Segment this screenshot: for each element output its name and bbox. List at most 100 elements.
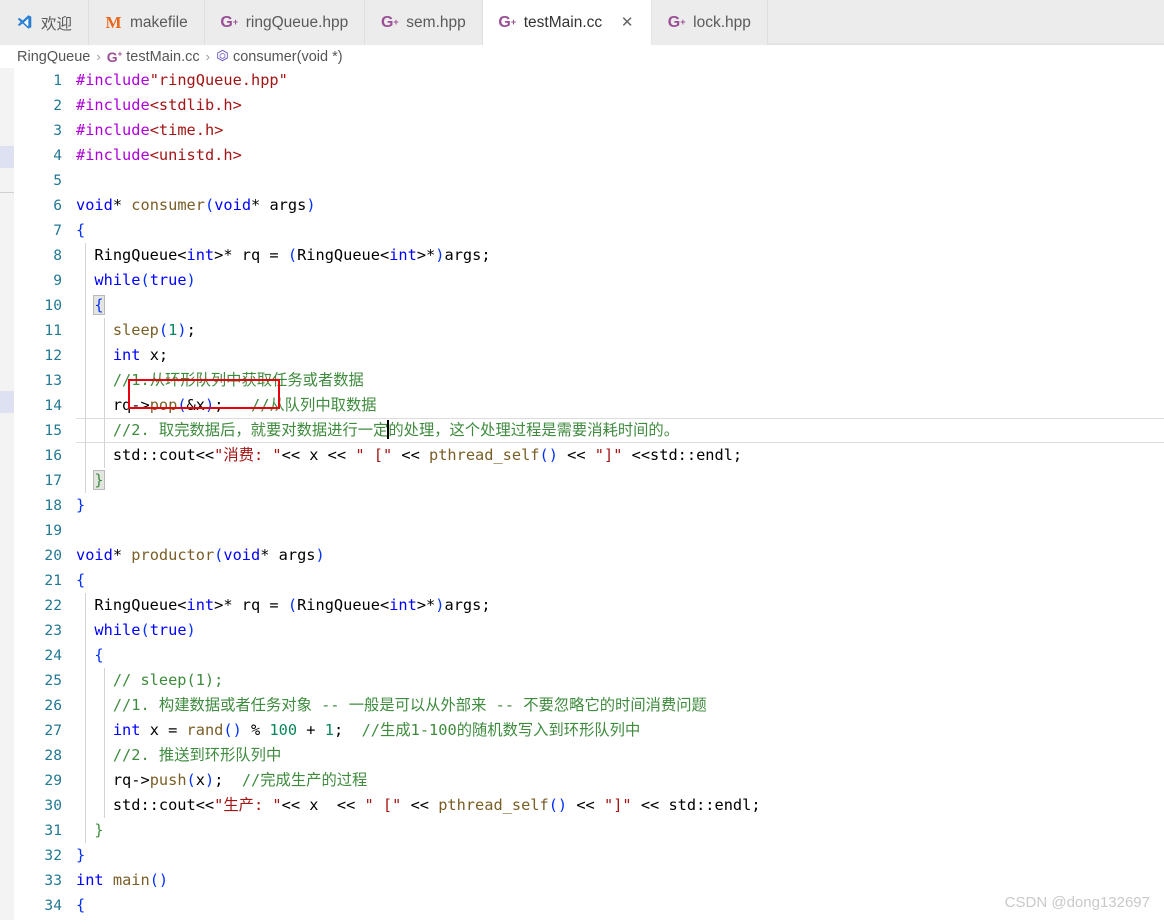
code-line[interactable]: 23 while(true) [14,618,1164,643]
code-line[interactable]: 9 while(true) [14,268,1164,293]
line-number: 11 [44,322,62,339]
cpp-file-icon: G+ [106,48,123,65]
tab-ringqueue-hpp[interactable]: G + ringQueue.hpp [204,0,366,45]
line-content: } [76,496,86,514]
code-line[interactable]: 6 void* consumer(void* args) [14,193,1164,218]
line-number: 30 [44,797,62,814]
line-number: 3 [53,122,62,139]
line-number: 1 [53,72,62,89]
code-editor[interactable]: 1 #include"ringQueue.hpp" 2 #include<std… [0,68,1164,920]
line-number: 4 [53,147,62,164]
code-line[interactable]: 8 RingQueue<int>* rq = (RingQueue<int>*)… [14,243,1164,268]
tab-testmain-cc[interactable]: G + testMain.cc ✕ [482,0,653,45]
code-line[interactable]: 12 int x; [14,343,1164,368]
line-number: 18 [44,497,62,514]
line-number: 27 [44,722,62,739]
code-line[interactable]: 26 //1. 构建数据或者任务对象 -- 一般是可以从外部来 -- 不要忽略它… [14,693,1164,718]
breadcrumb: RingQueue › G+ testMain.cc › consumer(vo… [0,45,1164,68]
line-number: 29 [44,772,62,789]
line-number: 2 [53,97,62,114]
code-line[interactable]: 30 std::cout<<"生产: "<< x << " [" << pthr… [14,793,1164,818]
line-content: int main() [76,871,169,889]
line-content: RingQueue<int>* rq = (RingQueue<int>*)ar… [76,243,1164,268]
line-content: { [76,221,86,239]
code-line[interactable]: 7 { [14,218,1164,243]
line-content: //1. 构建数据或者任务对象 -- 一般是可以从外部来 -- 不要忽略它的时间… [76,693,1164,718]
tab-lock-hpp[interactable]: G + lock.hpp [652,0,768,45]
tab-label: lock.hpp [693,13,751,31]
tab-label: 欢迎 [41,15,73,33]
code-line[interactable]: 2 #include<stdlib.h> [14,93,1164,118]
line-number: 33 [44,872,62,889]
line-number: 14 [44,397,62,414]
breadcrumb-item-folder[interactable]: RingQueue [17,49,90,65]
line-content: rq->pop(&x); //从队列中取数据 [76,393,1164,418]
line-content: //2. 取完数据后，就要对数据进行一定的处理，这个处理过程是需要消耗时间的。 [76,418,1164,443]
code-line[interactable]: 34 { [14,893,1164,918]
overview-divider [0,192,14,193]
overview-ruler[interactable] [0,68,14,920]
code-line[interactable]: 19 [14,518,1164,543]
code-line[interactable]: 14 rq->pop(&x); //从队列中取数据 [14,393,1164,418]
code-lines-container[interactable]: 1 #include"ringQueue.hpp" 2 #include<std… [14,68,1164,920]
tab-welcome[interactable]: 欢迎 [0,0,90,45]
close-icon[interactable]: ✕ [619,15,635,30]
code-line[interactable]: 20 void* productor(void* args) [14,543,1164,568]
code-line[interactable]: 11 sleep(1); [14,318,1164,343]
code-line[interactable]: 10 { [14,293,1164,318]
code-line[interactable]: 27 int x = rand() % 100 + 1; //生成1-100的随… [14,718,1164,743]
line-content: { [76,896,86,914]
code-line[interactable]: 21 { [14,568,1164,593]
tab-bar-empty-space [767,0,1164,44]
line-number: 31 [44,822,62,839]
line-content: } [76,468,1164,493]
vscode-window: 欢迎 M makefile G + ringQueue.hpp G + sem.hp… [0,0,1164,920]
line-number: 25 [44,672,62,689]
code-line[interactable]: 17 } [14,468,1164,493]
tab-label: testMain.cc [523,13,603,31]
line-content: { [76,643,1164,668]
code-line[interactable]: 16 std::cout<<"消费: "<< x << " [" << pthr… [14,443,1164,468]
code-line[interactable]: 1 #include"ringQueue.hpp" [14,68,1164,93]
vscode-logo-icon [16,14,33,31]
line-content: while(true) [76,618,1164,643]
breadcrumb-label: consumer(void *) [232,48,343,65]
breadcrumb-item-file[interactable]: G+ testMain.cc [107,49,200,65]
code-line[interactable]: 31 } [14,818,1164,843]
line-content: #include<time.h> [76,121,224,139]
code-line[interactable]: 18 } [14,493,1164,518]
line-number: 9 [53,272,62,289]
breadcrumb-separator: › [96,49,101,64]
breadcrumb-label: RingQueue [17,48,91,65]
line-content: while(true) [76,268,1164,293]
line-content: rq->push(x); //完成生产的过程 [76,768,1164,793]
line-number: 16 [44,447,62,464]
code-line[interactable]: 29 rq->push(x); //完成生产的过程 [14,768,1164,793]
breadcrumb-separator-2: › [205,49,210,64]
breadcrumb-item-symbol[interactable]: consumer(void *) [216,49,343,65]
code-line[interactable]: 24 { [14,643,1164,668]
cpp-file-icon: G+ [220,13,239,31]
code-line-current[interactable]: 15 //2. 取完数据后，就要对数据进行一定的处理，这个处理过程是需要消耗时间… [14,418,1164,443]
line-content: void* consumer(void* args) [76,196,316,214]
code-line[interactable]: 33 int main() [14,868,1164,893]
watermark: CSDN @dong132697 [1004,894,1150,911]
line-content: } [76,818,1164,843]
code-line[interactable]: 28 //2. 推送到环形队列中 [14,743,1164,768]
editor-tab-bar: 欢迎 M makefile G + ringQueue.hpp G + sem.hp… [0,0,1164,45]
tab-label: makefile [130,13,188,31]
line-number: 32 [44,847,62,864]
tab-label: ringQueue.hpp [245,13,349,31]
tab-makefile[interactable]: M makefile [89,0,205,45]
code-line[interactable]: 13 //1.从环形队列中获取任务或者数据 [14,368,1164,393]
line-content: RingQueue<int>* rq = (RingQueue<int>*)ar… [76,593,1164,618]
code-line[interactable]: 32 } [14,843,1164,868]
code-line[interactable]: 25 // sleep(1); [14,668,1164,693]
code-line[interactable]: 3 #include<time.h> [14,118,1164,143]
code-line[interactable]: 4 #include<unistd.h> [14,143,1164,168]
line-number: 34 [44,897,62,914]
tab-sem-hpp[interactable]: G + sem.hpp [365,0,483,45]
code-line[interactable]: 5 [14,168,1164,193]
breadcrumb-label: testMain.cc [126,48,200,65]
code-line[interactable]: 22 RingQueue<int>* rq = (RingQueue<int>*… [14,593,1164,618]
